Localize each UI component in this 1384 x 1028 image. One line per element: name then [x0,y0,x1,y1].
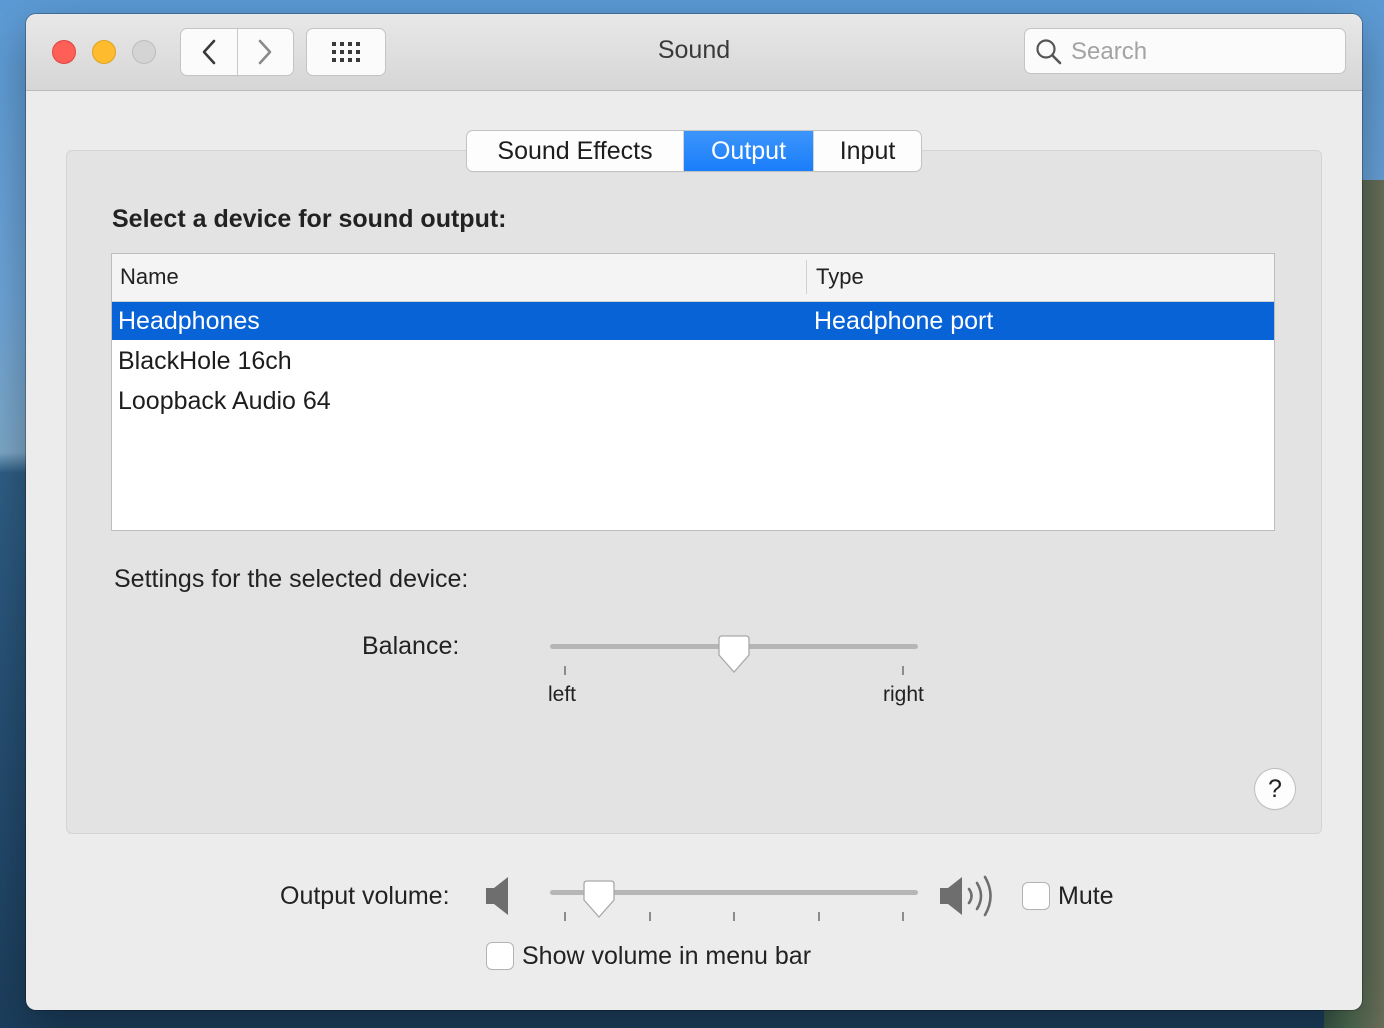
sound-preferences-window: Sound Sound Effects Output Input Select … [26,14,1362,1010]
output-device-table[interactable]: Name Type Headphones Headphone port Blac… [111,253,1275,531]
output-section-title: Select a device for sound output: [112,205,507,233]
tab-input[interactable]: Input [813,131,921,171]
balance-slider-thumb[interactable] [718,635,750,675]
title-bar: Sound [26,14,1362,91]
help-button[interactable]: ? [1255,769,1295,809]
device-name: Loopback Audio 64 [118,387,331,415]
volume-slider-thumb[interactable] [583,880,615,920]
balance-right-label: right [883,683,924,706]
balance-tick-right [902,666,904,675]
balance-label: Balance: [362,632,460,660]
search-field[interactable] [1025,29,1345,73]
speaker-low-icon [486,877,508,915]
tab-bar: Sound Effects Output Input [467,131,921,171]
table-header: Name Type [112,254,1274,302]
mute-checkbox[interactable] [1023,883,1049,909]
speaker-high-icon [940,875,992,917]
device-name: Headphones [118,307,260,335]
volume-tick [818,912,820,921]
volume-tick [564,912,566,921]
balance-tick-left [564,666,566,675]
device-name: BlackHole 16ch [118,347,292,375]
show-volume-menu-bar-label[interactable]: Show volume in menu bar [522,942,811,971]
volume-tick [733,912,735,921]
search-icon [1035,38,1063,66]
tab-output[interactable]: Output [683,131,813,171]
device-row-blackhole[interactable]: BlackHole 16ch [112,342,1274,380]
device-row-loopback[interactable]: Loopback Audio 64 [112,382,1274,420]
show-volume-menu-bar-checkbox[interactable] [487,943,513,969]
column-header-type[interactable]: Type [816,264,864,290]
column-divider[interactable] [806,260,807,294]
volume-tick [902,912,904,921]
settings-label: Settings for the selected device: [114,565,469,593]
mute-label[interactable]: Mute [1058,882,1114,911]
output-volume-label: Output volume: [280,882,450,910]
column-header-name[interactable]: Name [120,264,179,290]
device-type: Headphone port [814,307,994,335]
search-input[interactable] [1069,33,1333,71]
tab-sound-effects[interactable]: Sound Effects [467,131,683,171]
device-row-headphones[interactable]: Headphones Headphone port [112,302,1274,340]
balance-left-label: left [548,683,577,706]
volume-tick [649,912,651,921]
